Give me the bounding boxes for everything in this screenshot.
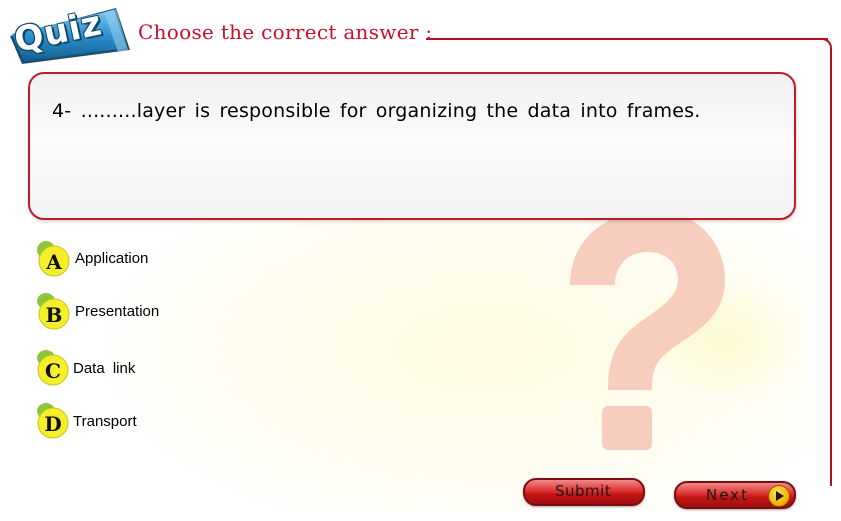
option-b-label: Presentation <box>75 303 160 320</box>
svg-text:B: B <box>46 303 63 327</box>
header-divider <box>426 38 828 40</box>
letter-c-bubble-icon: C <box>37 350 69 386</box>
letter-d-bubble-icon: D <box>37 403 69 439</box>
page-title: Choose the correct answer : <box>138 20 433 44</box>
option-d-label: Transport <box>73 413 137 430</box>
submit-button-label: Submit <box>555 482 612 500</box>
next-button-label: Next <box>706 486 749 504</box>
question-text: 4- .........layer is responsible for org… <box>52 100 701 122</box>
play-arrow-icon <box>768 485 790 507</box>
option-a-label: Application <box>75 250 149 267</box>
submit-button[interactable]: Submit <box>523 478 645 506</box>
option-c-label: Data link <box>73 360 136 377</box>
question-mark-icon <box>570 210 725 450</box>
letter-a-bubble-icon: A <box>37 241 70 277</box>
question-box: 4- .........layer is responsible for org… <box>28 72 796 220</box>
next-button[interactable]: Next <box>674 481 796 509</box>
svg-text:D: D <box>44 412 61 436</box>
letter-b-bubble-icon: B <box>37 293 70 330</box>
svg-text:C: C <box>45 359 61 383</box>
frame-right-border <box>830 48 832 486</box>
svg-text:A: A <box>45 250 62 274</box>
